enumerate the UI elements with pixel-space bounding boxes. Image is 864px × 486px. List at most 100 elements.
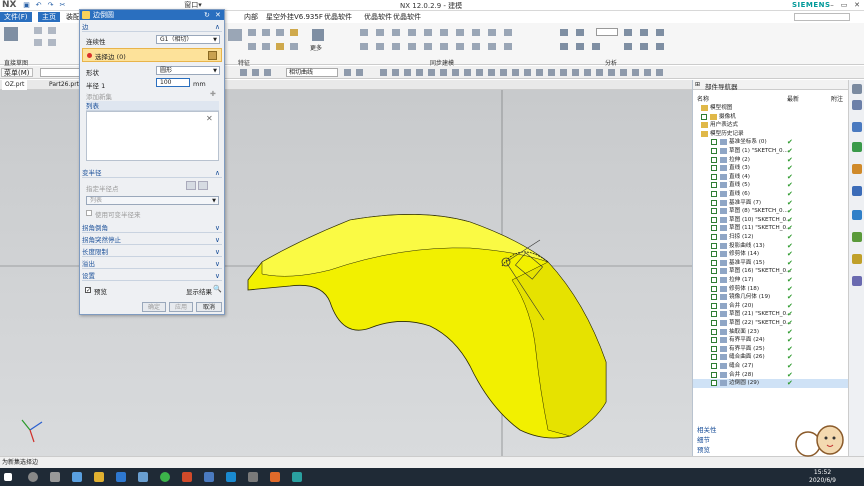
preview-checkbox[interactable]: ✓: [85, 287, 91, 294]
snap-icon-13[interactable]: [464, 69, 471, 76]
visibility-checkbox[interactable]: [711, 216, 717, 223]
snap-icon-17[interactable]: [512, 69, 519, 76]
dialog-close-icon[interactable]: ✕: [215, 10, 221, 20]
section-edge[interactable]: 边 ∧: [82, 22, 222, 32]
visibility-checkbox[interactable]: [711, 354, 717, 361]
app-icon-8[interactable]: [292, 472, 302, 482]
dialog-title-bar[interactable]: 边倒圆: [80, 10, 224, 20]
resource-icon-10[interactable]: [852, 276, 862, 286]
snap-icon-27[interactable]: [632, 69, 639, 76]
sync-icon-2[interactable]: [376, 29, 384, 36]
menu-button[interactable]: 菜单(M): [1, 68, 33, 77]
section-overflow[interactable]: 溢出 ∨: [82, 259, 222, 269]
start-icon[interactable]: [4, 473, 12, 481]
navigator-row[interactable]: 用户表达式: [693, 121, 849, 130]
tab-youjing-3[interactable]: 优晶软件: [389, 12, 425, 22]
col-name[interactable]: 名称: [697, 94, 709, 103]
snap-icon-1[interactable]: [240, 69, 247, 76]
folder-icon[interactable]: [94, 472, 104, 482]
snap-icon-21[interactable]: [560, 69, 567, 76]
tab-youjing-1[interactable]: 优晶软件: [320, 12, 356, 22]
cut-icon[interactable]: ✂: [58, 1, 67, 9]
visibility-checkbox[interactable]: [711, 259, 717, 266]
resource-icon-2[interactable]: [852, 100, 862, 110]
snap-icon-25[interactable]: [608, 69, 615, 76]
sketch-icon[interactable]: [4, 27, 18, 41]
snap-icon-6[interactable]: [380, 69, 387, 76]
sync-icon-6[interactable]: [440, 29, 448, 36]
more-label[interactable]: 更多: [310, 43, 322, 52]
ok-button[interactable]: 确定: [142, 302, 166, 312]
visibility-checkbox[interactable]: [711, 328, 717, 335]
navigator-row[interactable]: 合并 (20) ✔: [693, 302, 849, 311]
task-view-icon[interactable]: [50, 472, 60, 482]
resource-icon-7[interactable]: [852, 210, 862, 220]
sync-icon-9[interactable]: [488, 29, 496, 36]
navigator-row[interactable]: 合并 (28) ✔: [693, 371, 849, 380]
visibility-checkbox[interactable]: [711, 148, 717, 154]
visibility-checkbox[interactable]: [711, 345, 717, 352]
snap-icon-7[interactable]: [392, 69, 399, 76]
radius-input[interactable]: 100: [156, 78, 190, 87]
sync-icon-8[interactable]: [472, 29, 480, 36]
visibility-checkbox[interactable]: [711, 199, 717, 206]
reset-icon[interactable]: ↻: [204, 10, 210, 20]
snap-icon-28[interactable]: [644, 69, 651, 76]
snap-icon-5[interactable]: [356, 69, 363, 76]
visibility-checkbox[interactable]: [711, 371, 717, 378]
analysis-icon-7[interactable]: [640, 29, 648, 36]
tab-file[interactable]: 文件(F): [0, 12, 32, 22]
save-icon[interactable]: ▣: [22, 1, 31, 9]
visibility-checkbox[interactable]: [711, 320, 717, 326]
navigator-row[interactable]: 基准坐标系 (0) ✔: [693, 138, 849, 147]
navigator-row[interactable]: 摄像机: [693, 113, 849, 122]
visibility-checkbox[interactable]: [711, 139, 717, 146]
analysis-icon-5[interactable]: [592, 43, 600, 50]
navigator-row[interactable]: 草图 (1) "SKETCH_0... ✔: [693, 147, 849, 156]
app-icon-2[interactable]: [116, 472, 126, 482]
sync-icon-11[interactable]: [360, 43, 368, 50]
rectangle-icon[interactable]: [48, 39, 56, 46]
app-icon-5[interactable]: [204, 472, 214, 482]
navigator-row[interactable]: 直线 (4) ✔: [693, 173, 849, 182]
visibility-checkbox[interactable]: [711, 277, 717, 283]
sync-icon-7[interactable]: [456, 29, 464, 36]
navigator-row[interactable]: 草图 (21) "SKETCH_0... ✔: [693, 310, 849, 319]
point-dialog-icon[interactable]: [186, 181, 196, 190]
navigator-row[interactable]: 草图 (10) "SKETCH_0... ✔: [693, 216, 849, 225]
redo-icon[interactable]: ↷: [46, 1, 55, 9]
feature-icon-6[interactable]: [262, 43, 270, 50]
feature-icon-5[interactable]: [248, 43, 256, 50]
apply-button[interactable]: 应用: [169, 302, 193, 312]
visibility-checkbox[interactable]: [711, 165, 717, 172]
visibility-checkbox[interactable]: [711, 182, 717, 189]
section-length-limit[interactable]: 长度限制 ∨: [82, 247, 222, 257]
select-edge-row[interactable]: 选择边 (0): [82, 48, 222, 62]
analysis-icon-2[interactable]: [576, 29, 584, 36]
resource-icon-3[interactable]: [852, 122, 862, 132]
taskbar-clock[interactable]: 15:52 2020/6/9: [809, 469, 836, 485]
navigator-row[interactable]: 模型历史记录: [693, 130, 849, 139]
snap-icon-9[interactable]: [416, 69, 423, 76]
feature-icon-4[interactable]: [290, 29, 298, 36]
command-search-input[interactable]: [794, 13, 850, 21]
file-tab-part26[interactable]: Part26.prt: [46, 80, 82, 90]
app-icon-1[interactable]: [72, 472, 82, 482]
navigator-row[interactable]: 边倒圆 (29) ✔: [693, 379, 849, 388]
visibility-checkbox[interactable]: [711, 294, 717, 301]
chrome-icon[interactable]: [160, 472, 170, 482]
analysis-icon-9[interactable]: [624, 43, 632, 50]
visibility-checkbox[interactable]: [711, 173, 717, 180]
continuity-dropdown[interactable]: G1（相切） ▼: [156, 35, 220, 44]
navigator-row[interactable]: 修剪体 (14) ✔: [693, 250, 849, 259]
nx-taskbar-icon[interactable]: [226, 472, 236, 482]
curve-rule-dropdown[interactable]: 相切曲线: [286, 68, 338, 77]
use-varying-checkbox[interactable]: [86, 210, 92, 216]
shape-dropdown[interactable]: 圆形 ▼: [156, 66, 220, 75]
sync-icon-10[interactable]: [504, 29, 512, 36]
feature-icon-8[interactable]: [290, 43, 298, 50]
type-filter-dropdown[interactable]: [40, 68, 82, 77]
navigator-row[interactable]: 抽取面 (23) ✔: [693, 328, 849, 337]
visibility-checkbox[interactable]: [711, 363, 717, 369]
sync-icon-1[interactable]: [360, 29, 368, 36]
